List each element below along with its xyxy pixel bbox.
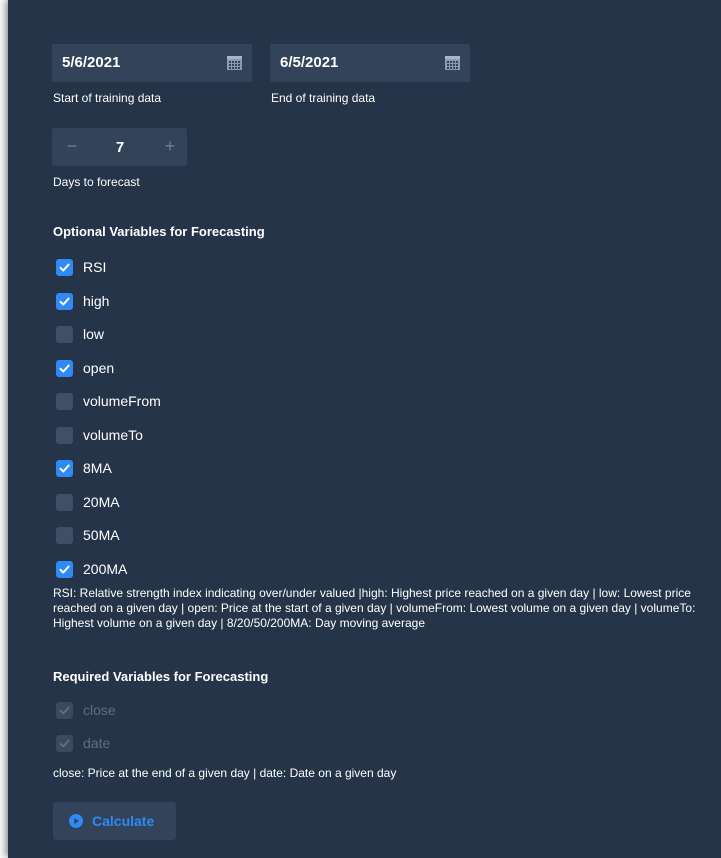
- optional-variables-description: RSI: Relative strength index indicating …: [53, 586, 696, 630]
- days-forecast-stepper[interactable]: − 7 +: [52, 128, 187, 166]
- checkbox-label: 50MA: [83, 527, 120, 543]
- checkbox-box[interactable]: [56, 292, 73, 310]
- checkmark-icon: [59, 364, 70, 372]
- increment-button[interactable]: +: [160, 136, 180, 156]
- start-date-value: 5/6/2021: [62, 54, 121, 71]
- days-forecast-caption: Days to forecast: [53, 175, 140, 189]
- checkmark-icon: [59, 706, 70, 715]
- checkbox-label: open: [83, 359, 115, 376]
- checkbox-box[interactable]: [56, 560, 73, 578]
- checkbox-box[interactable]: [56, 460, 73, 477]
- checkbox-label: volumeTo: [83, 426, 143, 443]
- optional-variables-title: Optional Variables for Forecasting: [53, 224, 265, 239]
- required-variables-title: Required Variables for Forecasting: [53, 669, 269, 684]
- required-variables-description: close: Price at the end of a given day |…: [53, 766, 397, 780]
- start-date-input[interactable]: 5/6/2021: [52, 44, 252, 82]
- calculate-button[interactable]: Calculate: [53, 802, 176, 840]
- decrement-button[interactable]: −: [62, 136, 82, 156]
- days-value[interactable]: 7: [110, 139, 130, 156]
- checkbox-box[interactable]: [56, 393, 73, 410]
- start-date-caption: Start of training data: [53, 91, 162, 105]
- checkbox-label: low: [83, 326, 105, 342]
- calendar-icon[interactable]: [227, 55, 242, 70]
- checkbox-box[interactable]: [56, 326, 73, 343]
- checkbox-label: date: [83, 735, 111, 751]
- checkmark-icon: [59, 464, 70, 473]
- calculate-label: Calculate: [92, 813, 155, 829]
- checkbox-box[interactable]: [56, 527, 73, 544]
- checkmark-icon: [59, 263, 70, 272]
- calendar-icon[interactable]: [445, 55, 460, 70]
- checkbox-label: RSI: [83, 259, 107, 275]
- play-circle-icon: [69, 814, 83, 828]
- checkbox-label: high: [83, 292, 110, 309]
- checkbox-label: 8MA: [83, 460, 112, 476]
- checkbox-label: 20MA: [83, 493, 120, 510]
- checkbox-box[interactable]: [56, 359, 73, 377]
- end-date-input[interactable]: 6/5/2021: [270, 44, 470, 82]
- checkbox-box[interactable]: [56, 426, 73, 444]
- checkmark-icon: [59, 565, 70, 573]
- forecast-settings-panel: 5/6/2021 Start of training data 6/5/2021…: [8, 0, 721, 858]
- checkmark-icon: [59, 297, 70, 305]
- end-date-caption: End of training data: [271, 91, 376, 105]
- checkbox-box[interactable]: [56, 259, 73, 276]
- checkbox-box: [56, 735, 73, 752]
- checkbox-box: [56, 702, 73, 719]
- checkmark-icon: [59, 739, 70, 748]
- checkbox-label: close: [83, 702, 116, 718]
- checkbox-label: 200MA: [83, 560, 128, 577]
- end-date-value: 6/5/2021: [280, 54, 339, 71]
- checkbox-box[interactable]: [56, 493, 73, 511]
- checkbox-label: volumeFrom: [83, 393, 161, 409]
